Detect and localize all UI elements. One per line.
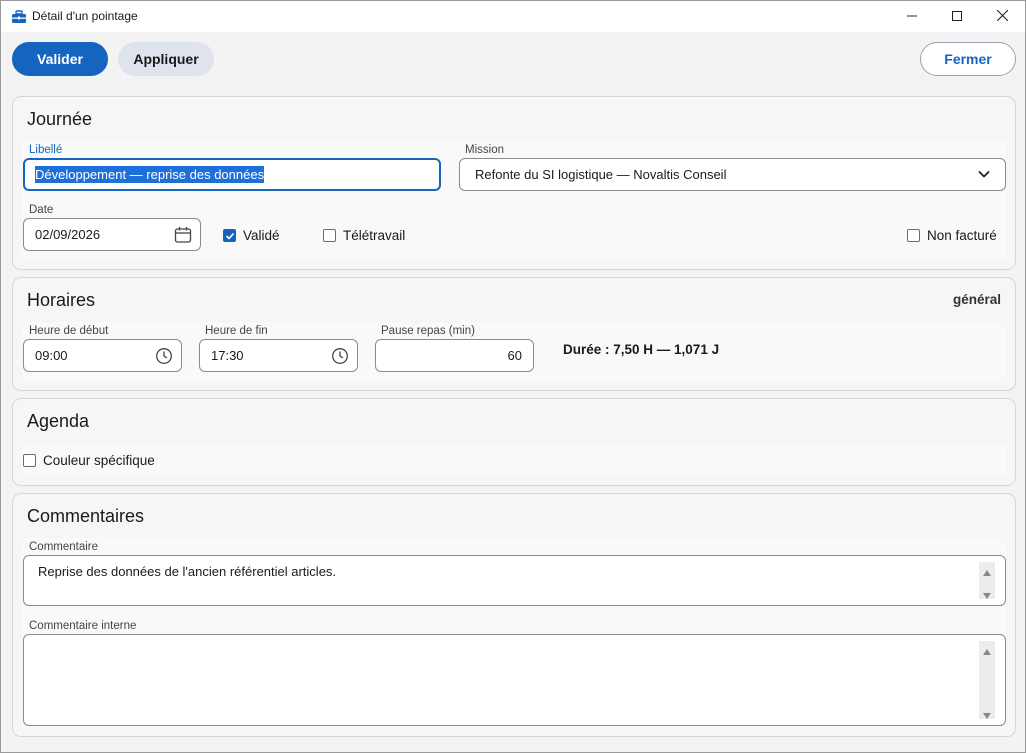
horaires-body: Heure de début 09:00 Heure de fin 17:30 … — [22, 322, 1006, 382]
teletravail-label: Télétravail — [343, 228, 406, 243]
end-time-label: Heure de fin — [205, 325, 268, 337]
section-agenda: Agenda Couleur spécifique — [12, 398, 1016, 486]
section-horaires: Horaires général Heure de début 09:00 He… — [12, 277, 1016, 391]
validate-button[interactable]: Valider — [12, 42, 108, 76]
comment-label: Commentaire — [29, 541, 99, 553]
minimize-icon — [907, 9, 917, 24]
maximize-button[interactable] — [934, 1, 980, 32]
close-button[interactable]: Fermer — [920, 42, 1016, 76]
non-facture-checkbox[interactable]: Non facturé — [907, 228, 997, 243]
internal-comment-scrollbar[interactable] — [979, 641, 995, 719]
libelle-input[interactable]: Développement — reprise des données — [23, 158, 441, 191]
start-time-value: 09:00 — [35, 348, 68, 363]
end-time-value: 17:30 — [211, 348, 244, 363]
comment-scrollbar[interactable] — [979, 562, 995, 599]
mission-label: Mission — [465, 144, 504, 156]
toolbox-icon — [11, 9, 27, 25]
minimize-button[interactable] — [889, 1, 935, 32]
date-value: 02/09/2026 — [35, 227, 101, 242]
scroll-down-arrow-icon[interactable] — [982, 588, 992, 599]
pause-value: 60 — [507, 348, 522, 363]
libelle-value: Développement — reprise des données — [35, 166, 265, 183]
internal-comment-textarea[interactable] — [23, 634, 1006, 726]
scroll-up-arrow-icon[interactable] — [982, 644, 992, 655]
title-bar: Détail d'un pointage — [1, 1, 1025, 32]
section-title-horaires: Horaires — [27, 290, 96, 310]
comment-textarea[interactable]: Reprise des données de l'ancien référent… — [23, 555, 1006, 606]
pause-input[interactable]: 60 — [375, 339, 534, 372]
specific-color-checkbox[interactable]: Couleur spécifique — [23, 453, 155, 468]
maximize-icon — [952, 9, 962, 24]
close-icon — [996, 9, 1008, 24]
commentaires-body: Commentaire Reprise des données de l'anc… — [22, 538, 1006, 728]
libelle-label: Libellé — [29, 144, 63, 156]
start-time-input[interactable]: 09:00 — [23, 339, 182, 372]
clock-icon[interactable] — [155, 347, 173, 365]
general-badge: général — [952, 292, 1001, 307]
close-window-button[interactable] — [979, 1, 1025, 32]
chevron-down-icon — [977, 167, 995, 185]
section-title-journee: Journée — [27, 109, 93, 129]
window-title: Détail d'un pointage — [32, 9, 138, 23]
agenda-body: Couleur spécifique — [22, 443, 1006, 477]
dialog-window: Détail d'un pointage Valider Appliquer F… — [0, 0, 1026, 753]
valide-check-box[interactable] — [223, 229, 236, 242]
journee-body: Libellé Développement — reprise des donn… — [22, 141, 1006, 261]
mission-select[interactable]: Refonte du SI logistique — Novaltis Cons… — [459, 158, 1006, 191]
date-label: Date — [29, 204, 54, 216]
scroll-up-arrow-icon[interactable] — [982, 565, 992, 576]
specific-color-check-box[interactable] — [23, 454, 36, 467]
non-facture-check-box[interactable] — [907, 229, 920, 242]
teletravail-check-box[interactable] — [323, 229, 336, 242]
comment-value: Reprise des données de l'ancien référent… — [38, 564, 337, 579]
section-commentaires: Commentaires Commentaire Reprise des don… — [12, 493, 1016, 737]
pause-label: Pause repas (min) — [381, 325, 475, 337]
non-facture-label: Non facturé — [927, 228, 997, 243]
date-input[interactable]: 02/09/2026 — [23, 218, 201, 251]
apply-button[interactable]: Appliquer — [118, 42, 214, 76]
scroll-down-arrow-icon[interactable] — [982, 708, 992, 719]
specific-color-label: Couleur spécifique — [43, 453, 155, 468]
calendar-icon[interactable] — [174, 226, 192, 244]
valide-checkbox[interactable]: Validé — [223, 228, 280, 243]
section-title-agenda: Agenda — [27, 411, 90, 431]
duration-text: Durée : 7,50 H — 1,071 J — [563, 342, 720, 357]
end-time-input[interactable]: 17:30 — [199, 339, 358, 372]
start-time-label: Heure de début — [29, 325, 109, 337]
teletravail-checkbox[interactable]: Télétravail — [323, 228, 405, 243]
section-journee: Journée Libellé Développement — reprise … — [12, 96, 1016, 270]
mission-value: Refonte du SI logistique — Novaltis Cons… — [475, 167, 727, 182]
valide-label: Validé — [243, 228, 280, 243]
section-title-commentaires: Commentaires — [27, 506, 145, 526]
internal-comment-label: Commentaire interne — [29, 620, 137, 632]
toolbar: Valider Appliquer Fermer — [1, 32, 1025, 90]
clock-icon[interactable] — [331, 347, 349, 365]
